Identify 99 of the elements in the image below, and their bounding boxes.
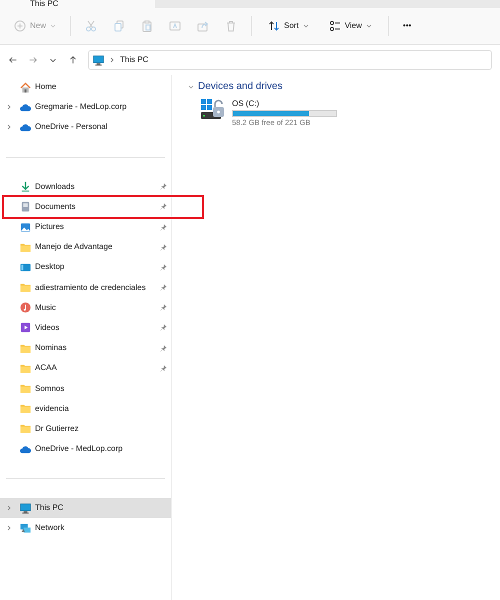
item-label: Dr Gutierrez [35,422,79,435]
item-label: Home [35,81,56,94]
document-icon [20,201,31,212]
share-icon [197,20,210,32]
folder-icon [20,362,31,374]
sidebar-item[interactable]: Dr Gutierrez [0,418,171,439]
sidebar-item[interactable]: ACAA [0,358,171,378]
back-arrow-icon [8,55,18,65]
folder-icon [20,242,31,253]
sidebar-item[interactable]: Desktop [0,257,171,278]
forward-arrow-icon [28,55,38,65]
item-label: Somnos [35,382,64,395]
item-label: ACAA [35,362,57,374]
pin-icon [160,224,167,231]
sidebar-item[interactable]: OneDrive - MedLop.corp [0,439,171,460]
tab-title[interactable]: This PC [30,0,58,8]
sort-icon [268,20,280,32]
scissors-icon [85,20,98,32]
drive-name: OS (C:) [232,98,260,110]
folder-icon [20,423,31,434]
cloud-icon [20,444,31,455]
folder-icon [20,282,31,294]
item-label: Downloads [35,180,75,193]
sidebar-item[interactable]: Network [0,518,171,539]
sidebar-item[interactable]: Downloads [0,176,171,197]
network-icon [20,522,31,534]
caret-icon [366,23,372,29]
forward-arrow-button[interactable] [28,55,38,65]
chevron-right-icon [109,57,115,63]
pin-icon [160,304,167,312]
pin-icon [160,264,167,271]
expand-chevron-icon [6,104,12,110]
expand-chevron-icon [6,124,12,130]
sidebar-item[interactable]: Somnos [0,378,171,399]
pin-icon [160,183,167,190]
home-icon [20,82,31,93]
view-button[interactable]: View [320,17,380,35]
item-label: Documents [35,200,76,213]
item-label: Manejo de Advantage [35,241,112,254]
folder-icon [20,383,31,394]
pin-icon [160,284,167,292]
pin-icon [160,324,167,332]
sidebar-item[interactable]: This PC [0,498,171,518]
item-label: Videos [35,322,60,334]
clipboard-icon [141,20,154,32]
item-label: Desktop [35,261,64,274]
item-label: Pictures [35,221,64,234]
caret-icon [50,23,56,29]
item-label: OneDrive - Personal [35,121,108,134]
pin-icon [160,203,167,210]
folder-icon [20,403,31,414]
sidebar-item[interactable]: Pictures [0,216,171,238]
rename-icon [169,20,182,32]
download-icon [20,181,31,192]
music-icon [20,302,31,314]
sidebar-item[interactable]: Home [0,77,171,98]
cloud-icon [20,102,31,113]
item-label: adiestramiento de credenciales [35,282,146,294]
item-label: evidencia [35,402,69,415]
item-label: Nominas [35,342,67,354]
up-arrow-icon [68,55,78,65]
monitor-icon [20,502,31,514]
collapse-chevron-icon [188,84,194,90]
sidebar-item[interactable]: OneDrive - Personal [0,117,171,138]
caret-icon [302,23,309,29]
sidebar-item[interactable]: Videos [0,318,171,338]
expand-chevron-icon [6,505,12,512]
sidebar-item[interactable]: adiestramiento de credenciales [0,278,171,298]
sidebar-item[interactable]: Gregmarie - MedLop.corp [0,97,171,118]
sort-button[interactable]: Sort [260,17,317,35]
section-heading: Devices and drives [198,80,282,94]
view-icon [328,20,341,32]
monitor-icon [93,54,104,66]
pin-icon [160,364,167,372]
item-label: Gregmarie - MedLop.corp [35,101,127,114]
pin-icon [160,244,167,251]
sidebar-item[interactable]: Documents [2,194,204,219]
cloud-icon [20,122,31,133]
item-label: OneDrive - MedLop.corp [35,443,123,456]
item-label: This PC [35,502,64,514]
video-icon [20,322,31,334]
expand-chevron-icon [6,525,12,532]
plus-circle-icon [14,20,26,32]
up-arrow-button[interactable] [68,55,78,65]
back-arrow-button[interactable] [8,55,18,65]
more-button[interactable]: ••• [396,17,418,35]
desktop-icon [20,262,31,273]
sidebar-item[interactable]: Manejo de Advantage [0,237,171,258]
pin-icon [160,344,167,352]
item-label: Network [35,522,64,534]
sidebar-item[interactable]: Music [0,298,171,318]
copy-icon [113,20,126,32]
trash-icon [225,20,238,32]
picture-icon [20,222,31,233]
folder-icon [20,342,31,354]
address-bar[interactable]: This PC [88,50,492,70]
item-label: Music [35,302,56,314]
sidebar-item[interactable]: evidencia [0,398,171,419]
sidebar-item[interactable]: Nominas [0,338,171,358]
